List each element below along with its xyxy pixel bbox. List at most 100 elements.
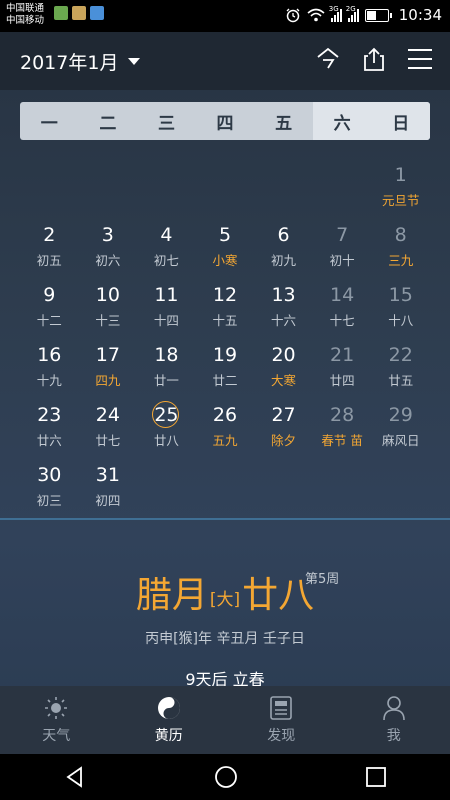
nav-label: 黄历 [154,728,183,744]
menu-button[interactable] [406,45,434,73]
day-cell[interactable]: 16 十九 [20,340,79,400]
lunar-label: 除夕 [271,433,297,448]
day-number: 1 [394,164,407,186]
header-bar: 2017年1月 [0,32,450,90]
day-cell[interactable]: 3 初六 [79,220,138,280]
notification-app-icon [54,6,68,20]
lunar-label: 十二 [36,313,62,328]
nav-discover[interactable]: 发现 [225,686,338,754]
day-cell[interactable]: 22 廿五 [371,340,430,400]
day-number: 26 [212,404,238,426]
back-icon[interactable] [63,765,87,789]
wifi-icon [307,8,325,22]
day-number: 10 [95,284,120,306]
day-cell[interactable]: 12 十五 [196,280,255,340]
carrier-1: 中国联通 [6,3,45,14]
day-cell[interactable]: 29 麻风日 [371,400,430,460]
day-number: 21 [330,344,355,366]
lunar-label: 十三 [95,313,121,328]
day-cell[interactable]: 13 十六 [254,280,313,340]
day-cell[interactable]: 15 十八 [371,280,430,340]
day-cell[interactable]: 27 除夕 [254,400,313,460]
day-cell[interactable]: 19 廿二 [196,340,255,400]
lunar-label: 春节 苗 [321,433,363,448]
week-number: 第5周 [305,572,340,587]
lunar-label: 十七 [329,313,355,328]
day-number: 23 [37,404,62,426]
empty-day-cell [313,460,372,520]
day-cell[interactable]: 8 三九 [371,220,430,280]
day-cell[interactable]: 24 廿七 [79,400,138,460]
day-cell[interactable]: 31 初四 [79,460,138,520]
lunar-label: 五九 [212,433,238,448]
lunar-label: 三九 [388,253,414,268]
day-cell[interactable]: 7 初十 [313,220,372,280]
lunar-label: 十四 [153,313,179,328]
month-title: 2017年1月 [20,52,119,74]
day-number: 16 [37,344,62,366]
divider [0,518,450,520]
day-cell[interactable]: 26 五九 [196,400,255,460]
day-cell[interactable]: 23 廿六 [20,400,79,460]
day-cell[interactable]: 5 小寒 [196,220,255,280]
day-number: 24 [95,404,120,426]
day-number: 13 [271,284,296,306]
empty-day-cell [20,160,79,220]
recents-icon[interactable] [365,766,387,788]
today-button[interactable] [314,45,342,73]
day-cell[interactable]: 14 十七 [313,280,372,340]
day-cell[interactable]: 18 廿一 [137,340,196,400]
day-number: 22 [388,344,413,366]
empty-day-cell [254,160,313,220]
day-number: 20 [271,344,296,366]
day-cell[interactable]: 10 十三 [79,280,138,340]
day-cell[interactable]: 20 大寒 [254,340,313,400]
month-selector[interactable]: 2017年1月 [20,48,141,75]
day-cell[interactable]: 6 初九 [254,220,313,280]
nav-almanac[interactable]: 黄历 [113,686,226,754]
newspaper-icon [270,696,293,720]
signal-icon-2: 2G [346,5,359,22]
calendar-grid: 1 元旦节 2 初五 3 初六 4 初七 5 小寒 6 初九 7 初十 8 三九 9 十二 10 十三 11 十四 12 十五… [20,160,430,520]
nav-label: 天气 [42,728,71,744]
lunar-label: 元旦节 [381,193,420,208]
share-button[interactable] [360,45,388,73]
lunar-label: 初十 [329,253,355,268]
notification-app-icon [72,6,86,20]
lunar-label: 十九 [36,373,62,388]
nav-label: 发现 [267,728,296,744]
home-icon[interactable] [214,765,238,789]
day-number: 11 [154,284,179,306]
ganzhi-text: 丙申[猴]年 辛丑月 壬子日 [145,631,305,647]
notification-app-icon [90,6,104,20]
day-cell[interactable]: 9 十二 [20,280,79,340]
day-cell-today[interactable]: 25 廿八 [137,400,196,460]
status-bar: 中国联通 中国移动 3G 2G 10:34 [0,0,450,32]
weekday-header: 一 二 三 四 五 六 日 [20,102,430,140]
day-number: 6 [277,224,290,246]
weekday-wed: 三 [157,113,175,134]
lunar-label: 廿四 [329,373,355,388]
carrier-labels: 中国联通 中国移动 [6,3,44,27]
lunar-date: 腊月 [大] 廿八 [0,566,450,618]
day-cell[interactable]: 2 初五 [20,220,79,280]
day-cell[interactable]: 11 十四 [137,280,196,340]
nav-me[interactable]: 我 [338,686,450,754]
day-number: 14 [330,284,355,306]
empty-day-cell [196,460,255,520]
day-cell[interactable]: 1 元旦节 [371,160,430,220]
day-cell[interactable]: 17 四九 [79,340,138,400]
day-cell[interactable]: 4 初七 [137,220,196,280]
carrier-2: 中国移动 [6,15,45,26]
today-icon [317,47,339,69]
nav-weather[interactable]: 天气 [0,686,113,754]
day-number: 3 [101,224,114,246]
day-cell[interactable]: 28 春节 苗 [313,400,372,460]
battery-icon [364,8,392,22]
day-cell[interactable]: 30 初三 [20,460,79,520]
lunar-label: 初七 [153,253,179,268]
day-number: 30 [37,464,62,486]
lunar-label: 廿六 [36,433,62,448]
day-number: 28 [330,404,355,426]
day-cell[interactable]: 21 廿四 [313,340,372,400]
